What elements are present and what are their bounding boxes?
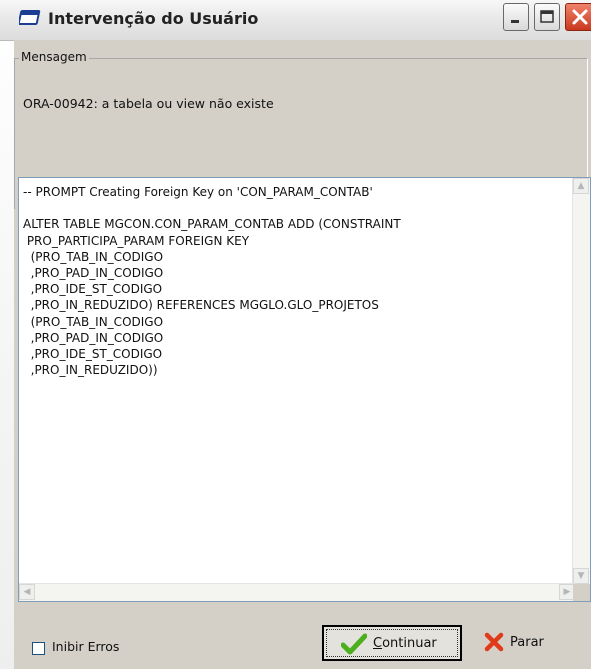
scroll-left-icon[interactable]: ◀ bbox=[19, 584, 35, 600]
vertical-scrollbar[interactable]: ▲ ▼ bbox=[572, 178, 590, 584]
continue-button-label: Continuar bbox=[373, 636, 437, 651]
cross-icon bbox=[484, 632, 504, 656]
inhibit-errors-checkbox[interactable] bbox=[32, 642, 45, 655]
window-title: Intervenção do Usuário bbox=[48, 9, 259, 28]
dialog-window: Intervenção do Usuário Mensagem ORA-0094… bbox=[0, 0, 591, 669]
error-message: ORA-00942: a tabela ou view não existe bbox=[23, 96, 274, 111]
stop-button-label: Parar bbox=[510, 635, 544, 650]
scrollbar-corner bbox=[573, 584, 590, 601]
continue-label-rest: ontinuar bbox=[382, 636, 437, 651]
maximize-button[interactable] bbox=[534, 3, 560, 31]
checkmark-icon bbox=[340, 633, 368, 659]
dialog-body: Mensagem ORA-00942: a tabela ou view não… bbox=[14, 40, 591, 669]
maximize-icon bbox=[540, 10, 554, 23]
minimize-icon bbox=[511, 20, 519, 23]
close-button[interactable] bbox=[565, 3, 591, 31]
minimize-button[interactable] bbox=[503, 3, 529, 31]
dialog-footer: Inibir Erros Continuar Parar bbox=[14, 602, 591, 669]
scroll-up-icon[interactable]: ▲ bbox=[573, 178, 589, 194]
stop-button[interactable]: Parar bbox=[482, 625, 572, 659]
inhibit-errors-label[interactable]: Inibir Erros bbox=[52, 639, 119, 654]
application-window-icon bbox=[17, 8, 43, 28]
horizontal-scrollbar[interactable]: ◀ ▶ bbox=[19, 583, 575, 601]
sql-text[interactable]: -- PROMPT Creating Foreign Key on 'CON_P… bbox=[23, 184, 401, 378]
continue-mnemonic: C bbox=[373, 636, 383, 651]
close-icon bbox=[572, 9, 588, 25]
continue-button[interactable]: Continuar bbox=[322, 625, 462, 661]
sql-text-area[interactable]: -- PROMPT Creating Foreign Key on 'CON_P… bbox=[18, 177, 591, 602]
message-group-legend: Mensagem bbox=[19, 50, 89, 64]
scroll-down-icon[interactable]: ▼ bbox=[573, 568, 589, 584]
title-bar[interactable]: Intervenção do Usuário bbox=[0, 0, 591, 41]
